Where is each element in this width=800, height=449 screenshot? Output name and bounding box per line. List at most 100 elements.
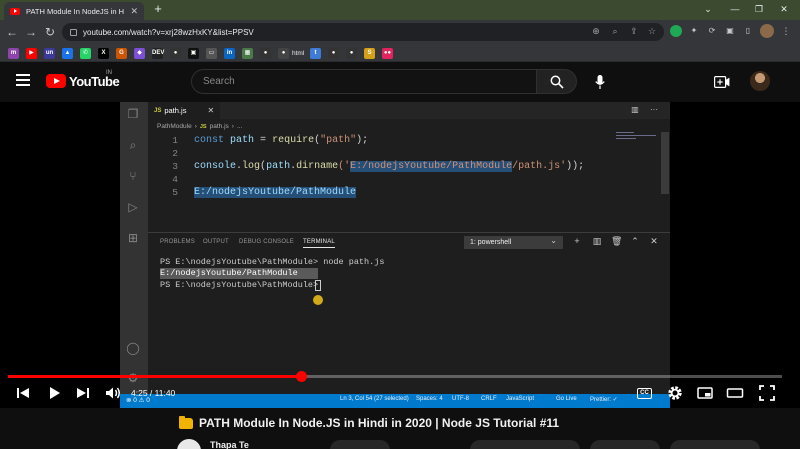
extension-box-icon[interactable]: ▣ [724,25,736,37]
download-button[interactable] [670,440,760,449]
create-video-button[interactable] [710,70,734,94]
bookmark-item[interactable]: ▣ [188,47,199,59]
bookmark-item[interactable]: DEV [152,47,164,59]
hamburger-menu-icon[interactable] [16,74,30,86]
tab-title: PATH Module In NodeJS in H [26,6,125,16]
bookmark-item[interactable]: S [364,47,375,59]
eol-status: CRLF [481,396,497,402]
split-editor-icon: ▥ [631,105,639,114]
profile-avatar[interactable] [760,24,774,38]
install-app-icon[interactable]: ⊕ [590,25,602,37]
bookmark-favicon-icon: ▲ [62,47,73,59]
close-window-button[interactable]: ✕ [776,2,792,16]
fullscreen-button[interactable] [758,384,776,402]
extensions-puzzle-icon[interactable]: ✦ [688,25,700,37]
code-token: = [254,135,273,146]
code-token: dirname [296,161,339,172]
breadcrumb-file: path.js [209,123,229,130]
next-button[interactable] [74,384,92,402]
previous-button[interactable] [14,384,32,402]
site-info-icon[interactable] [70,28,77,36]
bookmark-item[interactable]: ◆ [134,47,145,59]
go-live-status: Go Live [556,396,577,402]
bookmark-favicon-icon: ● [170,47,181,59]
zoom-icon[interactable]: ⌕ [609,25,621,37]
bookmark-item[interactable]: ● [346,47,357,59]
subtitles-button[interactable]: CC [637,388,652,399]
terminal-line: PS E:\nodejsYoutube\PathModule> [160,280,324,290]
bookmark-item[interactable]: ▲ [62,47,73,59]
voice-search-button[interactable] [588,70,612,94]
bookmark-star-icon[interactable]: ☆ [646,25,658,37]
url-text: youtube.com/watch?v=xrj28wzHxKY&list=PPS… [83,27,254,37]
editor-tab-bar [148,102,670,119]
bookmark-item[interactable]: ● [260,47,271,59]
bookmark-item[interactable]: ● [328,47,339,59]
reload-icon[interactable]: ↻ [42,24,58,40]
bookmark-item[interactable]: ● html [278,47,304,59]
line-number: 2 [172,148,178,159]
minimap [616,132,660,144]
search-icon [550,75,564,89]
bookmark-item[interactable]: ● [170,47,181,59]
settings-button[interactable] [666,384,684,402]
miniplayer-button[interactable] [696,384,714,402]
mouse-pointer-highlight [313,295,323,305]
search-input[interactable]: Search [191,69,537,94]
terminal-line-selected: E:/nodejsYoutube/PathModule [160,268,318,279]
channel-name[interactable]: Thapa Te [210,440,249,449]
panel-tab-debug-console: DEBUG CONSOLE [239,239,294,245]
subscribe-button[interactable] [330,440,390,449]
bookmark-favicon-icon: ● [278,47,289,59]
forward-arrow-icon[interactable]: → [23,24,39,40]
code-line-2: 2 [160,147,194,160]
browser-tab[interactable]: PATH Module In NodeJS in H ✕ [4,2,144,20]
bookmark-item[interactable]: ▭ [206,47,217,59]
bookmark-item[interactable]: un [44,47,55,59]
bookmark-item[interactable]: ▦ [242,47,253,59]
line-number: 4 [172,174,178,185]
volume-button[interactable] [104,384,122,402]
minimize-button[interactable]: — [727,2,743,16]
share-icon[interactable]: ⇪ [628,25,640,37]
address-bar[interactable]: youtube.com/watch?v=xrj28wzHxKY&list=PPS… [62,23,664,41]
line-number: 5 [172,187,178,198]
code-token: (' [338,161,351,172]
bookmark-item[interactable]: t [310,47,321,59]
language-status: JavaScript [506,396,535,402]
bookmark-item[interactable]: in [224,47,235,59]
bookmark-favicon-icon: un [44,47,55,59]
chrome-menu-icon[interactable]: ⋮ [780,25,792,37]
tab-search-chevron-icon[interactable]: ⌄ [700,2,716,16]
search-button[interactable] [537,69,577,94]
panel-tab-output: OUTPUT [203,239,229,245]
bookmark-item[interactable]: ✆ [80,47,91,59]
code-token: path [230,135,255,146]
code-token: const [194,135,225,146]
side-panel-icon[interactable]: ▯ [742,25,754,37]
new-tab-button[interactable]: + [151,2,165,16]
bookmark-item[interactable]: X [98,47,109,59]
maximize-button[interactable]: ❐ [751,2,767,16]
like-dislike-button[interactable] [470,440,580,449]
tab-close-icon[interactable]: ✕ [130,6,138,17]
bookmark-item[interactable]: G [116,47,127,59]
share-button[interactable] [590,440,660,449]
code-line-1: 1 const path = require("path"); [160,134,368,147]
skip-previous-icon [17,388,29,398]
new-terminal-icon: + [574,236,580,246]
bookmark-favicon-icon: ▦ [242,47,253,59]
extension-sync-icon[interactable]: ⟳ [706,25,718,37]
extension-green-icon[interactable] [670,25,682,37]
account-avatar[interactable] [750,71,770,91]
bookmark-item[interactable]: m [8,47,19,59]
back-arrow-icon[interactable]: ← [4,24,20,40]
miniplayer-icon [697,387,713,399]
seek-handle[interactable] [296,371,307,382]
bookmark-item[interactable]: ●● [382,47,393,59]
play-button[interactable] [45,384,63,402]
breadcrumb-folder: PathModule [157,123,192,130]
theater-mode-button[interactable] [726,384,744,402]
js-file-icon: JS [199,123,207,130]
bookmark-item[interactable]: ▶ [26,47,37,59]
